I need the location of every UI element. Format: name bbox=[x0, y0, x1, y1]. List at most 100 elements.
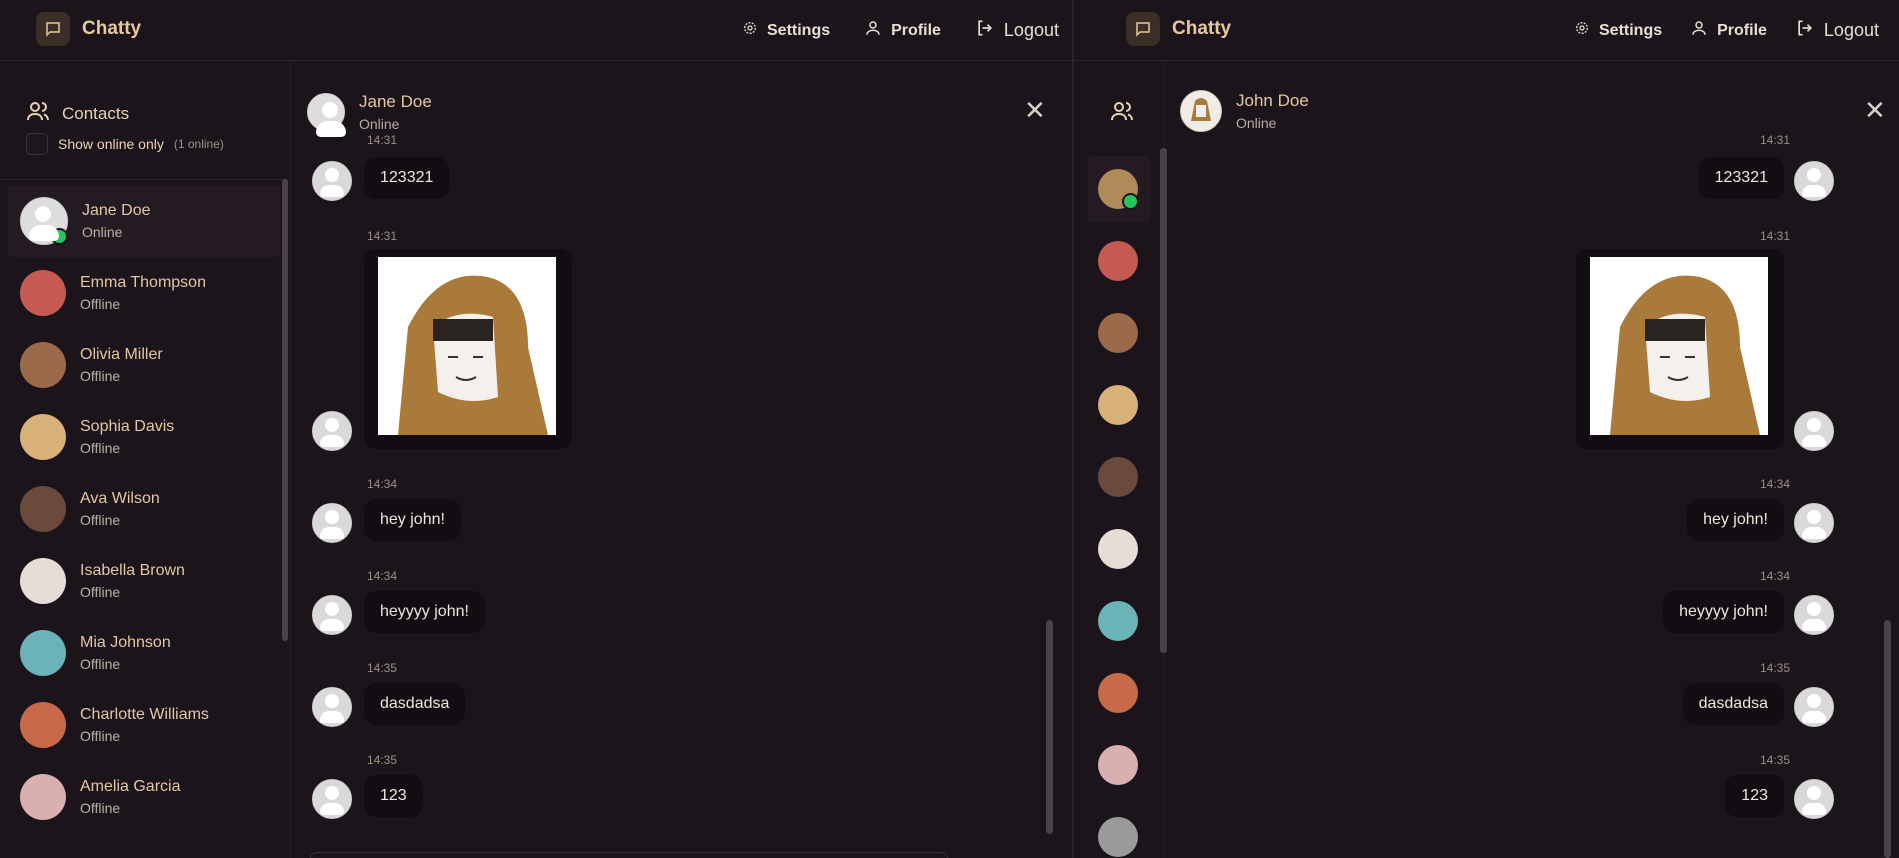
contacts-scrollbar[interactable] bbox=[282, 179, 288, 641]
message-time: 14:31 bbox=[1759, 133, 1790, 147]
rail-contact[interactable] bbox=[1098, 526, 1138, 572]
contact-name: Jane Doe bbox=[82, 202, 151, 219]
user-icon bbox=[1690, 19, 1708, 42]
contact-item[interactable]: Charlotte Williams Offline bbox=[8, 689, 280, 761]
message-time: 14:35 bbox=[367, 661, 398, 675]
profile-link[interactable]: Profile bbox=[1690, 19, 1767, 42]
rail-contact[interactable] bbox=[1098, 814, 1138, 858]
chat-contact-status: Online bbox=[359, 116, 400, 132]
app-name: Chatty bbox=[1172, 18, 1232, 39]
contact-status: Offline bbox=[80, 584, 121, 600]
message-list: 14:31 123321 14:31 14:34 hey john! 14:34 heyyy… bbox=[300, 133, 1060, 858]
contact-item[interactable]: Emma Thompson Offline bbox=[8, 257, 280, 329]
rail-contact[interactable] bbox=[1098, 742, 1138, 788]
avatar bbox=[1098, 673, 1138, 713]
chat-scrollbar[interactable] bbox=[1884, 620, 1891, 858]
brand[interactable]: Chatty bbox=[36, 12, 141, 46]
logout-link[interactable]: Logout bbox=[1795, 18, 1879, 43]
chat-header: John Doe Online bbox=[1180, 90, 1309, 132]
message-bubble: 123 bbox=[364, 775, 423, 817]
contact-item[interactable]: Isabella Brown Offline bbox=[8, 545, 280, 617]
rail-contact[interactable] bbox=[1098, 670, 1138, 716]
contact-name: Charlotte Williams bbox=[80, 706, 209, 723]
rail-contact[interactable] bbox=[1098, 598, 1138, 644]
image-message[interactable] bbox=[364, 249, 572, 449]
sender-avatar bbox=[312, 503, 352, 543]
contact-status: Offline bbox=[80, 440, 121, 456]
sender-avatar bbox=[1794, 503, 1834, 543]
close-chat-button[interactable]: ✕ bbox=[1864, 97, 1886, 123]
sender-avatar bbox=[312, 595, 352, 635]
chat-contact-name: John Doe bbox=[1236, 91, 1309, 110]
avatar bbox=[20, 414, 66, 460]
contact-name: Emma Thompson bbox=[80, 274, 206, 291]
users-icon bbox=[26, 99, 50, 128]
logout-label: Logout bbox=[1823, 20, 1879, 40]
contact-status: Offline bbox=[80, 512, 121, 528]
rail-contact[interactable] bbox=[1098, 382, 1138, 428]
message-image bbox=[1590, 257, 1768, 435]
avatar bbox=[20, 197, 68, 245]
contacts-title: Contacts bbox=[62, 103, 130, 123]
avatar bbox=[1098, 457, 1138, 497]
sender-avatar bbox=[1794, 411, 1834, 451]
top-bar: Chatty Settings Profile Logout bbox=[0, 0, 1072, 61]
rail-contact[interactable] bbox=[1098, 238, 1138, 284]
contact-status: Offline bbox=[80, 296, 121, 312]
online-only-checkbox[interactable] bbox=[26, 133, 48, 155]
sender-avatar bbox=[1794, 595, 1834, 635]
message-image bbox=[378, 257, 556, 435]
avatar bbox=[20, 774, 66, 820]
settings-label: Settings bbox=[1599, 21, 1663, 39]
avatar bbox=[1098, 169, 1139, 210]
message-time: 14:34 bbox=[367, 477, 398, 491]
close-icon: ✕ bbox=[1864, 95, 1886, 125]
contact-name: Sophia Davis bbox=[80, 418, 175, 435]
nav-menu: Settings Profile Logout bbox=[1574, 18, 1879, 43]
message-bubble: dasdadsa bbox=[364, 683, 466, 725]
avatar bbox=[307, 93, 346, 137]
contact-item[interactable]: Amelia Garcia Offline bbox=[8, 761, 280, 833]
message-time: 14:35 bbox=[1759, 661, 1790, 675]
chat-header: Jane Doe Online bbox=[307, 92, 432, 137]
contact-status: Offline bbox=[80, 800, 121, 816]
users-icon[interactable] bbox=[1110, 99, 1134, 128]
rail-contact[interactable] bbox=[1098, 454, 1138, 500]
contact-status: Offline bbox=[80, 728, 121, 744]
avatar bbox=[1098, 745, 1138, 785]
rail-contact[interactable] bbox=[1088, 156, 1150, 222]
contacts-sidebar: Contacts Show online only (1 online) Jan… bbox=[0, 61, 291, 858]
contact-status: Online bbox=[82, 224, 123, 240]
nav-menu: Settings Profile Logout bbox=[742, 18, 1059, 43]
avatar bbox=[1098, 601, 1138, 641]
chat-contact-status: Online bbox=[1236, 115, 1277, 131]
brand[interactable]: Chatty bbox=[1126, 12, 1231, 46]
avatar bbox=[20, 558, 66, 604]
settings-link[interactable]: Settings bbox=[742, 20, 830, 41]
settings-label: Settings bbox=[767, 21, 831, 39]
message-list: 14:31 123321 14:31 14:34 hey john! 14:34 heyyy… bbox=[1174, 133, 1874, 858]
contact-item[interactable]: Jane Doe Online bbox=[8, 185, 280, 257]
contact-item[interactable]: Mia Johnson Offline bbox=[8, 617, 280, 689]
image-message[interactable] bbox=[1576, 249, 1784, 449]
close-chat-button[interactable]: ✕ bbox=[1024, 97, 1046, 123]
contact-item[interactable]: Ava Wilson Offline bbox=[8, 473, 280, 545]
profile-link[interactable]: Profile bbox=[864, 19, 941, 42]
contacts-scrollbar[interactable] bbox=[1160, 148, 1167, 653]
contact-item[interactable]: Olivia Miller Offline bbox=[8, 329, 280, 401]
online-only-label[interactable]: Show online only bbox=[58, 136, 164, 152]
online-filter: Show online only (1 online) bbox=[26, 133, 224, 155]
message-bubble: heyyyy john! bbox=[1663, 591, 1784, 633]
avatar bbox=[1098, 529, 1138, 569]
logout-link[interactable]: Logout bbox=[975, 18, 1059, 43]
message-time: 14:35 bbox=[367, 753, 398, 767]
contact-name: Mia Johnson bbox=[80, 634, 171, 651]
contact-item[interactable]: Sophia Davis Offline bbox=[8, 401, 280, 473]
sender-avatar bbox=[312, 687, 352, 727]
rail-contact[interactable] bbox=[1098, 310, 1138, 356]
settings-link[interactable]: Settings bbox=[1574, 20, 1662, 41]
message-input[interactable] bbox=[310, 852, 948, 858]
divider bbox=[0, 179, 290, 180]
chat-contact-name: Jane Doe bbox=[359, 92, 432, 111]
chat-scrollbar[interactable] bbox=[1046, 620, 1053, 834]
